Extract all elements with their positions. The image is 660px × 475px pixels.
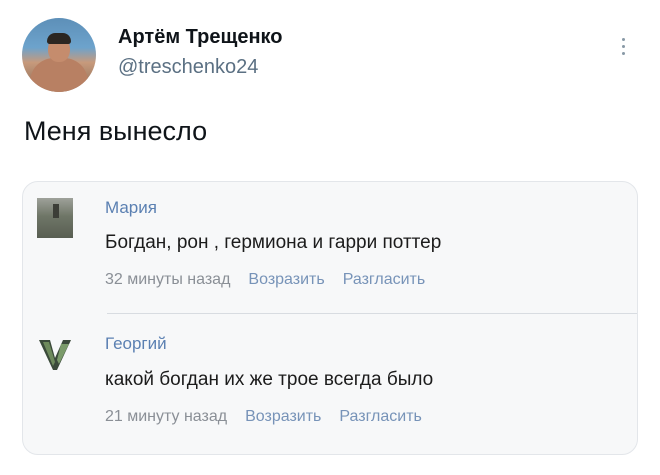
object-link: Возразить	[245, 408, 322, 425]
dot	[621, 52, 625, 55]
avatar-figure	[53, 204, 59, 218]
comment-divider	[107, 313, 637, 314]
author-avatar[interactable]	[22, 18, 96, 92]
more-options-icon[interactable]	[619, 38, 627, 58]
comment-time: 32 минуты назад	[105, 271, 231, 288]
avatar-hair	[47, 33, 71, 44]
disclose-link: Разгласить	[339, 408, 422, 425]
object-link: Возразить	[248, 271, 325, 288]
embedded-screenshot[interactable]: Мария Богдан, рон , гермиона и гарри пот…	[22, 181, 638, 455]
dot	[621, 45, 625, 48]
comment-time: 21 минуту назад	[105, 408, 228, 425]
comment-author-name: Георгий	[105, 334, 167, 353]
comment-text: Богдан, рон , гермиона и гарри поттер	[105, 232, 442, 253]
comment-avatar-georgiy	[37, 334, 73, 374]
comment-meta: 21 минуту назад Возразить Разгласить	[105, 408, 422, 426]
v-logo-icon	[39, 340, 71, 370]
comment-text: какой богдан их же трое всегда было	[105, 369, 434, 390]
tweet-text: Меня вынесло	[24, 116, 208, 146]
comment-author-name: Мария	[105, 198, 157, 217]
comment-avatar-maria	[37, 198, 73, 238]
author-handle[interactable]: @treschenko24	[118, 56, 258, 79]
avatar-body	[30, 58, 88, 92]
disclose-link: Разгласить	[342, 271, 426, 288]
dot	[621, 38, 625, 41]
comment-meta: 32 минуты назад Возразить Разгласить	[105, 271, 425, 289]
author-name[interactable]: Артём Трещенко	[118, 26, 283, 49]
